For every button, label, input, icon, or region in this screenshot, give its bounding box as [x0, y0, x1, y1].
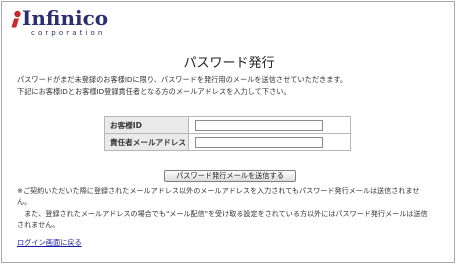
email-label: 責任者メールアドレス: [104, 133, 189, 151]
page-frame: Infinico corporation パスワード発行 パスワードがまだ未登録…: [1, 1, 455, 263]
note-line: ※ご契約いただいた際に登録されたメールアドレス以外のメールアドレスを入力されても…: [17, 186, 420, 195]
notes-text: ※ご契約いただいた際に登録されたメールアドレス以外のメールアドレスを入力されても…: [17, 185, 447, 230]
email-input[interactable]: [195, 136, 323, 148]
page-title: パスワード発行: [183, 56, 275, 71]
note-line: ん。: [17, 197, 32, 207]
back-to-login-link[interactable]: ログイン画面に戻る: [17, 238, 82, 248]
customer-id-cell: [188, 116, 351, 134]
logo-mark-icon: [11, 10, 21, 28]
note-line: また、登録されたメールアドレスの場合でも"メール配信"を受け取る設定をされている…: [17, 208, 428, 218]
email-cell: [188, 133, 351, 151]
intro-line: 下記にお客様IDとお客様ID登録責任者となる方のメールアドレスを入力して下さい。: [17, 86, 291, 96]
send-password-email-button[interactable]: パスワード発行メールを送信する: [164, 170, 296, 182]
intro-line: パスワードがまだ未登録のお客様IDに限り、パスワードを発行用のメールを送信させて…: [17, 75, 348, 84]
logo-subtitle: corporation: [31, 29, 106, 37]
customer-id-label: お客様ID: [104, 116, 189, 134]
customer-id-row: お客様ID: [104, 116, 351, 134]
customer-id-input[interactable]: [195, 119, 323, 131]
password-request-form: お客様ID 責任者メールアドレス: [104, 116, 351, 151]
intro-text: パスワードがまだ未登録のお客様IDに限り、パスワードを発行用のメールを送信させて…: [17, 74, 447, 97]
logo-name: Infinico: [22, 6, 109, 30]
email-row: 責任者メールアドレス: [104, 133, 351, 151]
note-line: されません。: [17, 219, 60, 229]
